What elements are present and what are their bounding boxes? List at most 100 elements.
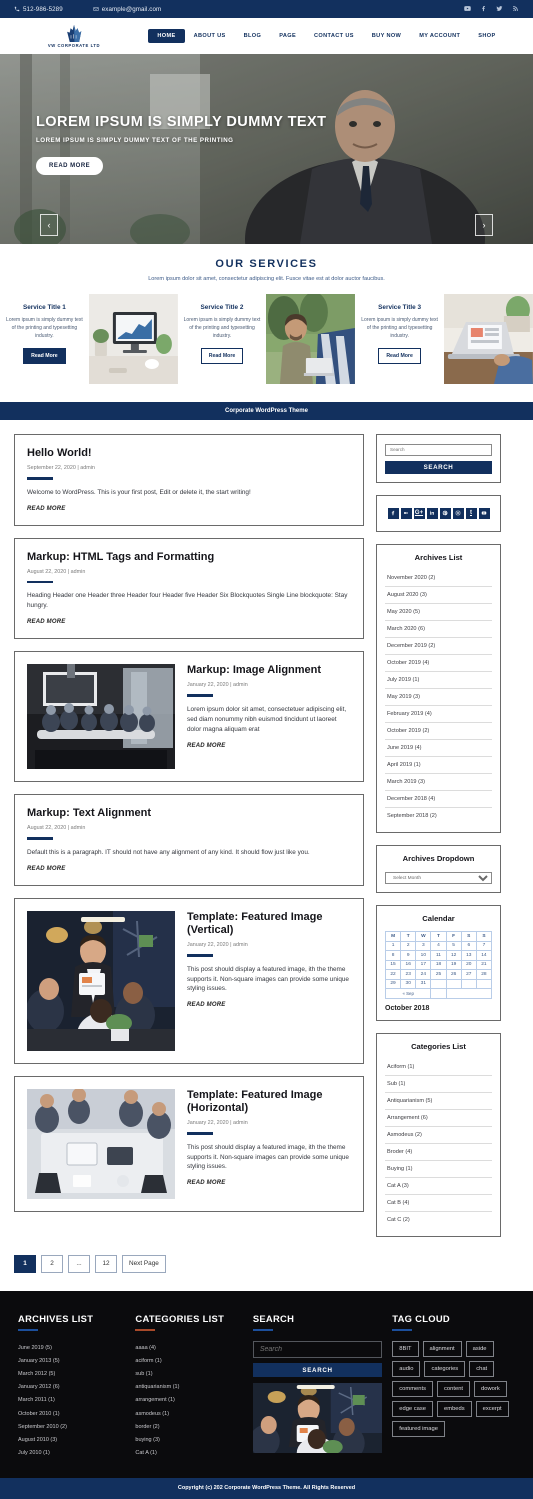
slider-prev-arrow[interactable]: ‹ (40, 214, 58, 236)
post-read-more-link[interactable]: READ MORE (27, 619, 65, 625)
flickr-icon[interactable] (400, 507, 412, 519)
calendar-day[interactable]: 3 (415, 940, 432, 951)
rss-icon[interactable] (512, 5, 519, 14)
tag-link[interactable]: edge case (392, 1401, 434, 1417)
calendar-day[interactable]: 1 (384, 940, 402, 951)
youtube-icon[interactable] (464, 5, 471, 14)
nav-item-page[interactable]: PAGE (270, 29, 305, 43)
list-item[interactable]: arrangement (1) (135, 1394, 242, 1407)
post-thumbnail[interactable] (27, 910, 175, 1051)
list-item[interactable]: July 2019 (1) (385, 672, 492, 689)
list-item[interactable]: Aciform (1) (385, 1059, 492, 1076)
tag-link[interactable]: categories (424, 1361, 466, 1377)
post-read-more-link[interactable]: READ MORE (187, 743, 225, 749)
service-read-more-button[interactable]: Read More (378, 348, 421, 364)
calendar-day[interactable]: 10 (415, 950, 432, 961)
nav-item-blog[interactable]: BLOG (235, 29, 271, 43)
calendar-day[interactable]: 21 (475, 959, 493, 970)
tag-link[interactable]: excerpt (475, 1401, 509, 1417)
calendar-next-month-link[interactable] (445, 988, 493, 999)
list-item[interactable]: February 2019 (4) (385, 706, 492, 723)
calendar-day[interactable]: 7 (475, 940, 493, 951)
calendar-prev-month-link[interactable]: « Sep (384, 988, 432, 999)
nav-item-my-account[interactable]: MY ACCOUNT (410, 29, 469, 43)
list-item[interactable]: March 2011 (1) (18, 1394, 125, 1407)
service-read-more-button[interactable]: Read More (23, 348, 66, 364)
list-item[interactable]: May 2020 (5) (385, 604, 492, 621)
list-item[interactable]: aciform (1) (135, 1354, 242, 1367)
linkedin-icon[interactable] (426, 507, 438, 519)
calendar-day[interactable]: 31 (415, 978, 432, 989)
post-title[interactable]: Markup: Text Alignment (27, 807, 351, 820)
post-title[interactable]: Markup: HTML Tags and Formatting (27, 551, 351, 564)
list-item[interactable]: Asmodeus (2) (385, 1127, 492, 1144)
list-item[interactable]: October 2019 (2) (385, 723, 492, 740)
pagination-ellipsis[interactable]: ... (68, 1254, 90, 1273)
post-thumbnail[interactable] (27, 1088, 175, 1199)
tag-link[interactable]: chat (469, 1361, 495, 1377)
list-item[interactable]: October 2010 (1) (18, 1407, 125, 1420)
tag-link[interactable]: alignment (422, 1341, 462, 1357)
tag-link[interactable]: 8BIT (392, 1341, 419, 1357)
post-read-more-link[interactable]: READ MORE (187, 1002, 225, 1008)
list-item[interactable]: June 2019 (5) (18, 1341, 125, 1354)
list-item[interactable]: March 2012 (5) (18, 1367, 125, 1380)
list-item[interactable]: border (2) (135, 1420, 242, 1433)
instagram-icon[interactable] (452, 507, 464, 519)
list-item[interactable]: Cat A (1) (135, 1447, 242, 1460)
calendar-day[interactable]: 18 (430, 959, 447, 970)
list-item[interactable]: Sub (1) (385, 1076, 492, 1093)
post-title[interactable]: Markup: Image Alignment (187, 664, 351, 677)
calendar-day[interactable]: 2 (400, 940, 417, 951)
list-item[interactable]: April 2019 (1) (385, 757, 492, 774)
post-read-more-link[interactable]: READ MORE (27, 866, 65, 872)
calendar-day[interactable]: 19 (445, 959, 462, 970)
archives-dropdown-select[interactable]: Select Month (385, 872, 492, 884)
calendar-day[interactable]: 5 (445, 940, 462, 951)
calendar-day[interactable]: 26 (445, 969, 462, 980)
calendar-day[interactable]: 27 (460, 969, 477, 980)
googleplus-icon[interactable]: G+ (413, 507, 425, 519)
list-item[interactable]: March 2020 (6) (385, 621, 492, 638)
calendar-day[interactable]: 23 (400, 969, 417, 980)
post-thumbnail[interactable] (27, 664, 175, 770)
sidebar-search-button[interactable]: SEARCH (385, 460, 492, 474)
email-block[interactable]: example@gmail.com (93, 6, 162, 13)
tag-link[interactable]: audio (392, 1361, 421, 1377)
tumblr-icon[interactable]: t (465, 507, 477, 519)
calendar-day[interactable]: 25 (430, 969, 447, 980)
list-item[interactable]: August 2010 (3) (18, 1433, 125, 1446)
calendar-day[interactable]: 24 (415, 969, 432, 980)
list-item[interactable]: May 2019 (3) (385, 689, 492, 706)
calendar-day[interactable]: 29 (384, 978, 402, 989)
post-title[interactable]: Hello World! (27, 447, 351, 460)
calendar-day[interactable]: 11 (430, 950, 447, 961)
list-item[interactable]: asmodeus (1) (135, 1407, 242, 1420)
list-item[interactable]: June 2019 (4) (385, 740, 492, 757)
calendar-day[interactable]: 13 (460, 950, 477, 961)
pagination-page-1[interactable]: 1 (14, 1254, 36, 1273)
hero-read-more-button[interactable]: READ MORE (36, 156, 104, 175)
list-item[interactable]: Broder (4) (385, 1144, 492, 1161)
calendar-day[interactable]: 8 (384, 950, 402, 961)
calendar-day[interactable]: 15 (384, 959, 402, 970)
phone-block[interactable]: 512-986-5289 (14, 6, 63, 13)
list-item[interactable]: Cat A (3) (385, 1178, 492, 1195)
nav-item-home[interactable]: HOME (148, 29, 185, 43)
calendar-day[interactable]: 12 (445, 950, 462, 961)
calendar-day[interactable]: 14 (475, 950, 493, 961)
tag-link[interactable]: content (437, 1381, 471, 1397)
list-item[interactable]: December 2019 (2) (385, 638, 492, 655)
list-item[interactable]: September 2018 (2) (385, 808, 492, 824)
list-item[interactable]: March 2019 (3) (385, 774, 492, 791)
list-item[interactable]: Buying (1) (385, 1161, 492, 1178)
calendar-day[interactable]: 22 (384, 969, 402, 980)
list-item[interactable]: sub (1) (135, 1367, 242, 1380)
tag-link[interactable]: featured image (392, 1421, 445, 1437)
list-item[interactable]: January 2013 (5) (18, 1354, 125, 1367)
tag-link[interactable]: comments (392, 1381, 434, 1397)
pagination-page-2[interactable]: 2 (41, 1254, 63, 1273)
calendar-day[interactable]: 28 (475, 969, 493, 980)
post-title[interactable]: Template: Featured Image (Horizontal) (187, 1089, 351, 1115)
calendar-day[interactable]: 4 (430, 940, 447, 951)
